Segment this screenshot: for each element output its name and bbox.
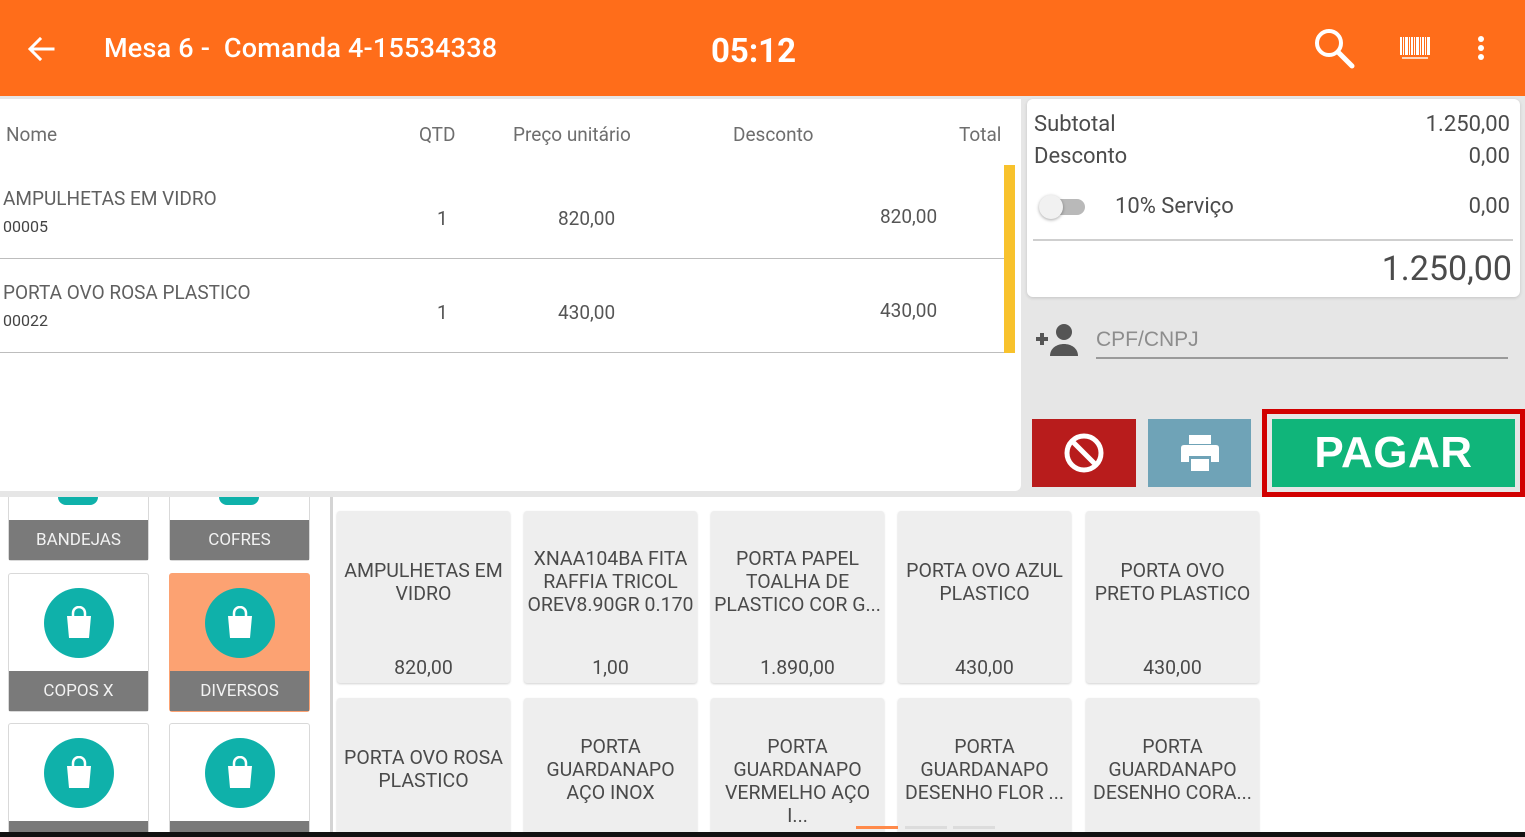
app-bar: Mesa 6 - Comanda 4-15534338 05:12 bbox=[0, 0, 1525, 96]
product-name: PORTA GUARDANAPO AÇO INOX bbox=[546, 735, 675, 804]
timer-display: 05:12 bbox=[711, 32, 797, 71]
product-price: 430,00 bbox=[1143, 656, 1202, 679]
category-list: BANDEJAS COFRES COPOS X DIVERSOS bbox=[0, 497, 330, 832]
item-name: PORTA OVO ROSA PLASTICO bbox=[3, 281, 251, 304]
cpf-cnpj-input[interactable] bbox=[1096, 323, 1508, 359]
category-label: BANDEJAS bbox=[9, 520, 148, 560]
subtotal-value: 1.250,00 bbox=[1425, 112, 1510, 137]
item-name: AMPULHETAS EM VIDRO bbox=[3, 187, 217, 210]
add-person-icon[interactable] bbox=[1034, 322, 1080, 358]
order-items-panel: Nome QTD Preço unitário Desconto Total A… bbox=[0, 99, 1021, 491]
item-code: 00005 bbox=[3, 217, 48, 236]
product-name: XNAA104BA FITA RAFFIA TRICOL OREV8.90GR … bbox=[527, 547, 694, 616]
shopping-bag-icon bbox=[205, 738, 275, 808]
category-label: COPOS X bbox=[9, 671, 148, 711]
product-tile[interactable]: XNAA104BA FITA RAFFIA TRICOL OREV8.90GR … bbox=[524, 511, 697, 683]
product-name: PORTA GUARDANAPO DESENHO CORA... bbox=[1093, 735, 1252, 804]
item-price: 820,00 bbox=[558, 207, 616, 230]
product-tile[interactable]: PORTA OVO PRETO PLASTICO 430,00 bbox=[1086, 511, 1259, 683]
category-label: DIVERSOS bbox=[170, 671, 309, 711]
product-price: 1,00 bbox=[592, 656, 629, 679]
column-discount: Desconto bbox=[733, 123, 814, 146]
table-header: Nome QTD Preço unitário Desconto Total bbox=[0, 99, 1021, 169]
divider bbox=[1033, 239, 1513, 241]
search-icon[interactable] bbox=[1312, 28, 1356, 69]
service-value: 0,00 bbox=[1468, 194, 1510, 219]
product-tile[interactable]: PORTA GUARDANAPO DESENHO CORA... bbox=[1086, 698, 1259, 837]
item-qtd: 1 bbox=[437, 301, 448, 324]
category-icon-partial bbox=[58, 497, 98, 505]
shopping-bag-icon bbox=[44, 738, 114, 808]
category-bandejas[interactable]: BANDEJAS bbox=[8, 497, 149, 561]
order-summary-card: Subtotal 1.250,00 Desconto 0,00 10% Serv… bbox=[1027, 99, 1520, 297]
table-row[interactable]: PORTA OVO ROSA PLASTICO 00022 1 430,00 4… bbox=[0, 259, 1015, 353]
category-icon-partial bbox=[219, 497, 259, 505]
column-total: Total bbox=[959, 123, 1002, 146]
product-tile[interactable]: PORTA OVO AZUL PLASTICO 430,00 bbox=[898, 511, 1071, 683]
page-indicator[interactable] bbox=[905, 826, 947, 829]
row-marker bbox=[1004, 259, 1015, 353]
category-cofres[interactable]: COFRES bbox=[169, 497, 310, 561]
category-label: COFRES bbox=[170, 520, 309, 560]
product-name: AMPULHETAS EM VIDRO bbox=[344, 559, 503, 605]
table-row[interactable]: AMPULHETAS EM VIDRO 00005 1 820,00 820,0… bbox=[0, 165, 1015, 259]
item-total: 430,00 bbox=[880, 299, 938, 322]
product-name: PORTA OVO PRETO PLASTICO bbox=[1094, 559, 1251, 605]
product-name: PORTA GUARDANAPO DESENHO FLOR ... bbox=[905, 735, 1064, 804]
product-tile[interactable]: PORTA GUARDANAPO DESENHO FLOR ... bbox=[898, 698, 1071, 837]
barcode-icon[interactable] bbox=[1397, 28, 1433, 68]
category-diversos[interactable]: DIVERSOS bbox=[169, 573, 310, 712]
category-item[interactable] bbox=[169, 723, 310, 832]
subtotal-label: Subtotal bbox=[1034, 112, 1116, 137]
product-price: 1.890,00 bbox=[760, 656, 835, 679]
item-price: 430,00 bbox=[558, 301, 616, 324]
page-title: Mesa 6 - Comanda 4-15534338 bbox=[104, 32, 498, 64]
column-name: Nome bbox=[6, 123, 58, 146]
pay-button[interactable]: PAGAR bbox=[1272, 419, 1515, 487]
printer-icon bbox=[1180, 435, 1219, 471]
product-tile[interactable]: PORTA GUARDANAPO AÇO INOX bbox=[524, 698, 697, 837]
page-indicator-active[interactable] bbox=[856, 826, 898, 829]
toggle-knob bbox=[1039, 195, 1063, 219]
catalog-divider bbox=[330, 497, 333, 832]
product-tile[interactable]: PORTA PAPEL TOALHA DE PLASTICO COR G... … bbox=[711, 511, 884, 683]
item-qtd: 1 bbox=[437, 207, 448, 230]
item-code: 00022 bbox=[3, 311, 48, 330]
grand-total: 1.250,00 bbox=[1381, 249, 1512, 289]
category-item[interactable] bbox=[8, 723, 149, 832]
product-tile[interactable]: AMPULHETAS EM VIDRO 820,00 bbox=[337, 511, 510, 683]
shopping-bag-icon bbox=[44, 588, 114, 658]
discount-value: 0,00 bbox=[1468, 144, 1510, 169]
discount-label: Desconto bbox=[1034, 144, 1128, 169]
shopping-bag-icon bbox=[205, 588, 275, 658]
category-label bbox=[170, 821, 309, 832]
back-arrow-icon[interactable] bbox=[26, 34, 56, 64]
product-name: PORTA OVO ROSA PLASTICO bbox=[344, 746, 503, 792]
more-vert-icon[interactable] bbox=[1468, 28, 1494, 68]
column-qtd: QTD bbox=[419, 123, 456, 146]
product-tile[interactable]: PORTA OVO ROSA PLASTICO bbox=[337, 698, 510, 837]
service-toggle[interactable] bbox=[1039, 195, 1087, 219]
print-button[interactable] bbox=[1148, 419, 1251, 487]
service-label: 10% Serviço bbox=[1115, 194, 1234, 219]
product-price: 820,00 bbox=[394, 656, 453, 679]
product-name: PORTA OVO AZUL PLASTICO bbox=[906, 559, 1063, 605]
row-marker bbox=[1004, 165, 1015, 259]
item-total: 820,00 bbox=[880, 205, 938, 228]
product-tile[interactable]: PORTA GUARDANAPO VERMELHO AÇO I... bbox=[711, 698, 884, 837]
screen-bottom-edge bbox=[0, 832, 1525, 837]
page-indicator[interactable] bbox=[953, 826, 995, 829]
column-price: Preço unitário bbox=[513, 123, 631, 146]
product-name: PORTA GUARDANAPO VERMELHO AÇO I... bbox=[724, 735, 870, 827]
category-copos-x[interactable]: COPOS X bbox=[8, 573, 149, 712]
product-price: 430,00 bbox=[955, 656, 1014, 679]
product-name: PORTA PAPEL TOALHA DE PLASTICO COR G... bbox=[714, 547, 881, 616]
cancel-order-button[interactable] bbox=[1032, 419, 1136, 487]
category-label bbox=[9, 821, 148, 832]
block-icon bbox=[1064, 433, 1104, 473]
